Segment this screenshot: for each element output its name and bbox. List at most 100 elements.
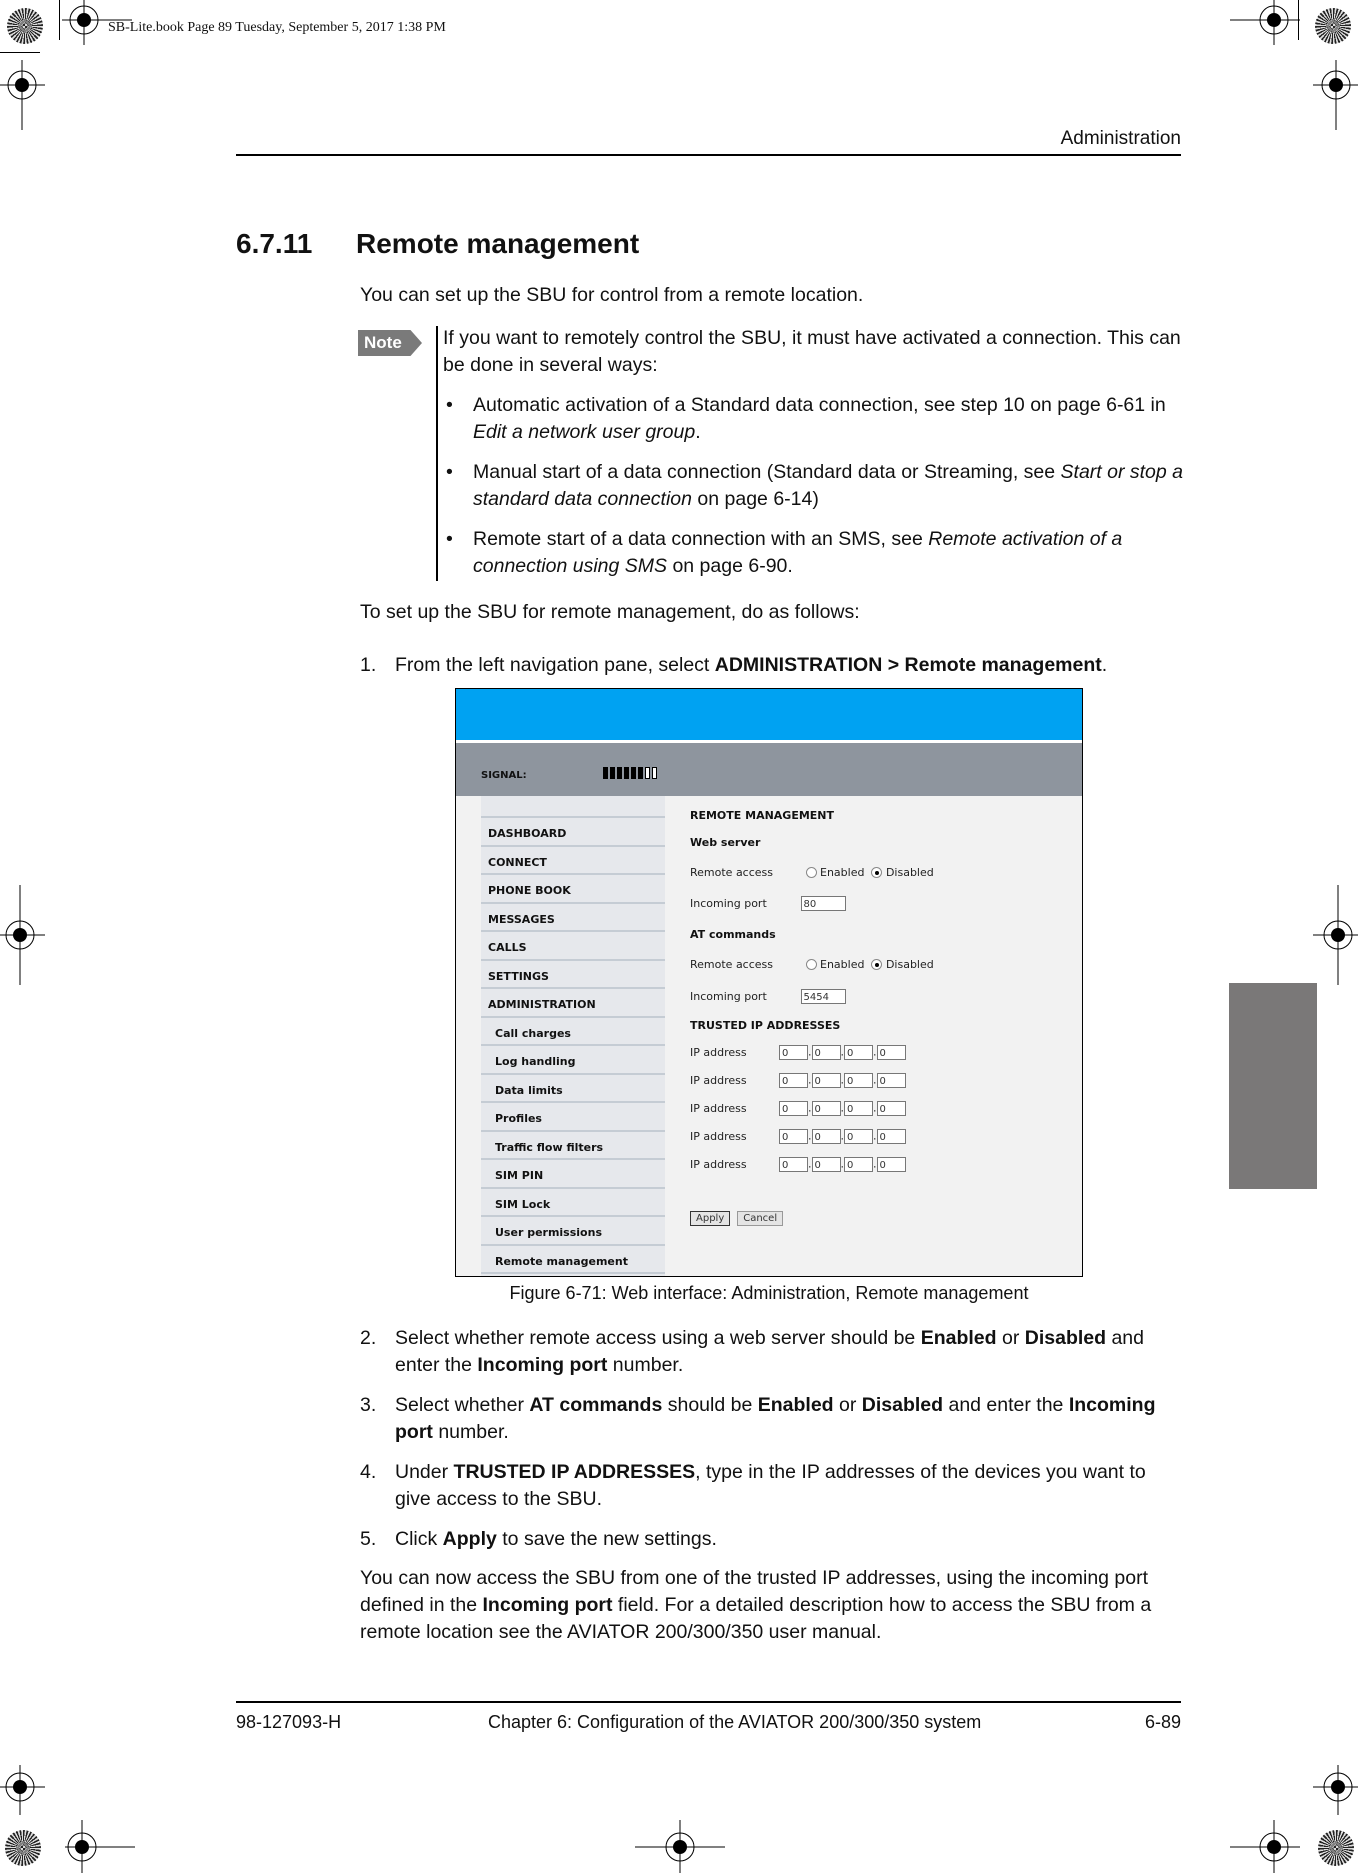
step-text: Select whether remote access using a web… bbox=[395, 1327, 921, 1349]
color-bar-rosette-icon bbox=[5, 1830, 41, 1866]
web-ui-banner bbox=[456, 689, 1082, 743]
ui-term: Enabled bbox=[757, 1394, 834, 1416]
ui-term: TRUSTED IP ADDRESSES bbox=[453, 1461, 696, 1483]
ip-octet-input[interactable]: 0 bbox=[876, 1073, 906, 1088]
incoming-port-label: Incoming port bbox=[690, 989, 767, 1003]
web-server-disabled-radio[interactable] bbox=[871, 867, 883, 878]
at-commands-disabled-radio[interactable] bbox=[871, 959, 883, 970]
step-text: or bbox=[833, 1394, 862, 1416]
nav-item-call-charges[interactable]: Call charges bbox=[481, 1018, 665, 1046]
ip-octet-input[interactable]: 0 bbox=[811, 1073, 841, 1088]
ip-octet-input[interactable]: 0 bbox=[876, 1157, 906, 1172]
ip-octet-input[interactable]: 0 bbox=[876, 1129, 906, 1144]
nav-item-data-limits[interactable]: Data limits bbox=[481, 1075, 665, 1103]
nav-item-log-handling[interactable]: Log handling bbox=[481, 1046, 665, 1075]
ip-octet-input[interactable]: 0 bbox=[876, 1045, 906, 1060]
step-number: 3. bbox=[360, 1394, 377, 1416]
print-slug: SB-Lite.book Page 89 Tuesday, September … bbox=[108, 20, 446, 35]
doc-number: 98-127093-H bbox=[236, 1712, 342, 1732]
disabled-label: Disabled bbox=[885, 866, 934, 879]
header-rule bbox=[236, 154, 1181, 156]
signal-bar bbox=[603, 767, 608, 779]
trusted-ip-row: IP address 0. 0. 0. 0 bbox=[690, 1045, 906, 1060]
ip-octet-input[interactable]: 0 bbox=[811, 1101, 841, 1116]
step-text: Click bbox=[395, 1528, 443, 1550]
ip-address-label: IP address bbox=[690, 1101, 747, 1115]
nav-item-sim-lock[interactable]: SIM Lock bbox=[481, 1189, 665, 1217]
nav-item-calls[interactable]: CALLS bbox=[481, 932, 665, 961]
cancel-button[interactable]: Cancel bbox=[737, 1211, 784, 1226]
nav-item-sim-pin[interactable]: SIM PIN bbox=[481, 1160, 665, 1189]
ui-term: Apply bbox=[442, 1528, 497, 1550]
nav-item-profiles[interactable]: Profiles bbox=[481, 1103, 665, 1132]
nav-item-connect[interactable]: CONNECT bbox=[481, 847, 665, 875]
note-text: If you want to remotely control the SBU,… bbox=[443, 327, 1181, 376]
cross-reference-link: Edit a network user group bbox=[473, 421, 696, 443]
form-buttons: Apply Cancel bbox=[690, 1211, 784, 1226]
crop-mark bbox=[0, 52, 40, 53]
web-server-port-row: Incoming port 80 bbox=[690, 896, 846, 911]
bullet-text: Remote start of a data connection with a… bbox=[473, 528, 929, 550]
ip-octet-input[interactable]: 0 bbox=[811, 1157, 841, 1172]
web-server-port-input[interactable]: 80 bbox=[800, 896, 846, 911]
ip-octet-input[interactable]: 0 bbox=[811, 1129, 841, 1144]
nav-item-dashboard[interactable]: DASHBOARD bbox=[481, 818, 665, 847]
page-number: 6-89 bbox=[1144, 1712, 1181, 1732]
bullet-text: Manual start of a data connection (Stand… bbox=[473, 461, 1061, 483]
note-body: If you want to remotely control the SBU,… bbox=[443, 325, 1183, 593]
signal-label: SIGNAL: bbox=[481, 770, 527, 781]
trusted-ip-row: IP address 0. 0. 0. 0 bbox=[690, 1129, 906, 1144]
apply-button[interactable]: Apply bbox=[690, 1211, 731, 1226]
trusted-ip-heading: TRUSTED IP ADDRESSES bbox=[690, 1019, 841, 1032]
ip-octet-input[interactable]: 0 bbox=[779, 1101, 808, 1116]
nav-item-remote-management[interactable]: Remote management bbox=[481, 1246, 665, 1274]
web-server-enabled-radio[interactable] bbox=[805, 867, 817, 878]
step-text: or bbox=[996, 1327, 1025, 1349]
at-commands-enabled-radio[interactable] bbox=[805, 959, 817, 970]
ip-octet-input[interactable]: 0 bbox=[844, 1157, 873, 1172]
ip-octet-input[interactable]: 0 bbox=[844, 1073, 873, 1088]
nav-item-traffic-flow-filters[interactable]: Traffic flow filters bbox=[481, 1132, 665, 1160]
ui-path: ADMINISTRATION > Remote management bbox=[714, 654, 1102, 676]
nav-item-messages[interactable]: MESSAGES bbox=[481, 904, 665, 932]
ip-octet-input[interactable]: 0 bbox=[844, 1129, 873, 1144]
step-text-end: . bbox=[1101, 654, 1108, 676]
ip-octet-input[interactable]: 0 bbox=[779, 1045, 808, 1060]
registration-mark-icon bbox=[0, 885, 45, 985]
at-commands-remote-access-row: Remote access Enabled Disabled bbox=[690, 958, 934, 971]
ip-octet-input[interactable]: 0 bbox=[811, 1045, 841, 1060]
at-commands-heading: AT commands bbox=[690, 928, 776, 941]
ip-octet-input[interactable]: 0 bbox=[779, 1073, 808, 1088]
signal-strength-meter bbox=[603, 767, 657, 779]
ui-term: Incoming port bbox=[477, 1354, 608, 1376]
step-number: 1. bbox=[360, 654, 377, 676]
ip-address-label: IP address bbox=[690, 1129, 747, 1143]
registration-mark-icon bbox=[1230, 0, 1300, 45]
ui-term: Disabled bbox=[1024, 1327, 1107, 1349]
ui-term: Disabled bbox=[861, 1394, 944, 1416]
section-title: Remote management bbox=[356, 228, 640, 259]
nav-item-user-permissions[interactable]: User permissions bbox=[481, 1217, 665, 1246]
ip-octet-input[interactable]: 0 bbox=[844, 1101, 873, 1116]
nav-item-phone-book[interactable]: PHONE BOOK bbox=[481, 875, 665, 904]
step-5: 5. Click Apply to save the new settings. bbox=[360, 1526, 1182, 1553]
ip-octet-input[interactable]: 0 bbox=[876, 1101, 906, 1116]
at-commands-port-input[interactable]: 5454 bbox=[800, 989, 846, 1004]
web-interface-screenshot: SIGNAL: DASHBOARD CONNECT PHONE BOOK MESSAG… bbox=[455, 688, 1083, 1277]
left-navigation-pane: DASHBOARD CONNECT PHONE BOOK MESSAGES CALLS S… bbox=[481, 796, 665, 1276]
nav-item-settings[interactable]: SETTINGS bbox=[481, 961, 665, 989]
bullet-text: Automatic activation of a Standard data … bbox=[473, 394, 1166, 416]
lead-in-paragraph: To set up the SBU for remote management,… bbox=[360, 601, 860, 623]
ip-octet-input[interactable]: 0 bbox=[844, 1045, 873, 1060]
signal-bar bbox=[624, 767, 629, 779]
form-title: REMOTE MANAGEMENT bbox=[690, 809, 835, 822]
step-2: 2. Select whether remote access using a w… bbox=[360, 1325, 1182, 1379]
trusted-ip-row: IP address 0. 0. 0. 0 bbox=[690, 1101, 906, 1116]
ip-octet-input[interactable]: 0 bbox=[779, 1129, 808, 1144]
nav-item-administration[interactable]: ADMINISTRATION bbox=[481, 989, 665, 1018]
ip-octet-input[interactable]: 0 bbox=[779, 1157, 808, 1172]
note-bullet: Manual start of a data connection (Stand… bbox=[443, 459, 1183, 513]
step-3: 3. Select whether AT commands should be E… bbox=[360, 1392, 1182, 1446]
trusted-ip-row: IP address 0. 0. 0. 0 bbox=[690, 1157, 906, 1172]
step-number: 5. bbox=[360, 1528, 377, 1550]
